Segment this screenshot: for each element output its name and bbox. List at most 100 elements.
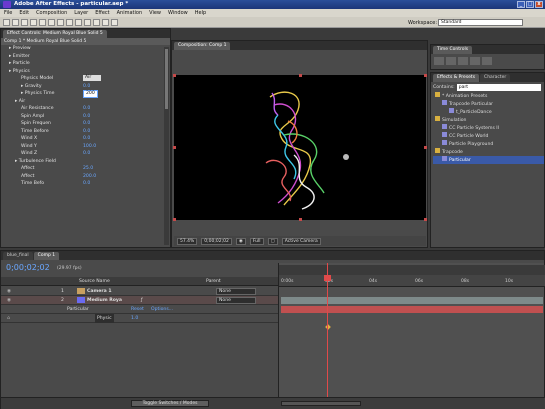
effects-search-input[interactable]: part	[456, 83, 541, 91]
effect-property-row[interactable]: Physics Model Air	[5, 75, 170, 83]
menu-file[interactable]: File	[4, 9, 12, 17]
pen-tool-icon[interactable]	[66, 19, 73, 26]
property-value[interactable]: 1.0	[131, 314, 138, 323]
playhead-handle[interactable]	[324, 275, 331, 281]
effects-list-item[interactable]: CC Particle World	[433, 132, 544, 140]
effect-switch-icon[interactable]: ƒ	[141, 296, 143, 305]
effect-property-value[interactable]: 0.0	[83, 135, 90, 143]
effect-property-value[interactable]: 25.0	[83, 165, 93, 173]
maximize-button[interactable]: □	[526, 1, 534, 8]
tab-blue-final[interactable]: blue_final	[3, 252, 33, 260]
tab-effect-controls[interactable]: Effect Controls: Medium Royal Blue Solid…	[3, 30, 107, 38]
eraser-tool-icon[interactable]	[102, 19, 109, 26]
effects-list-item[interactable]: t_ParticleDance	[433, 108, 544, 116]
effect-property-value[interactable]: 0.0	[83, 180, 90, 188]
layer-name[interactable]: Camera 1	[87, 287, 112, 296]
menu-window[interactable]: Window	[168, 9, 188, 17]
visibility-eye-icon[interactable]: ◉	[7, 287, 11, 296]
effect-property-row[interactable]: Time Before 0.0	[5, 128, 170, 136]
toggle-switches-modes-button[interactable]: Toggle Switches / Modes	[131, 400, 209, 407]
menu-composition[interactable]: Composition	[36, 9, 67, 17]
layer-name[interactable]: Medium Roya	[87, 296, 122, 305]
zoom-slider[interactable]	[281, 401, 361, 406]
property-name[interactable]: Physic	[95, 314, 114, 323]
tab-character[interactable]: Character	[480, 74, 511, 82]
mask-tool-icon[interactable]	[57, 19, 64, 26]
clone-tool-icon[interactable]	[93, 19, 100, 26]
tab-time-controls[interactable]: Time Controls	[433, 46, 473, 54]
effect-property-row[interactable]: Wind Y 100.0	[5, 143, 170, 151]
effect-property-row[interactable]: ▸ Preview	[5, 45, 170, 53]
minimize-button[interactable]: _	[517, 1, 525, 8]
timeline-timecode[interactable]: 0;00;02;02	[6, 263, 50, 272]
effect-property-row[interactable]: ▸ Air	[5, 98, 170, 106]
parent-select[interactable]: None	[216, 288, 256, 295]
active-camera-select[interactable]: Active Camera	[281, 237, 321, 245]
selection-tool-icon[interactable]	[3, 19, 10, 26]
timeline-graph[interactable]: 0:00s 02s 04s 06s 08s 10s	[278, 263, 545, 397]
reset-link[interactable]: Reset	[131, 305, 144, 314]
effect-row[interactable]: Particular Reset Options...	[1, 305, 278, 314]
layer-bar-camera[interactable]	[281, 297, 543, 304]
camera-tool-icon[interactable]	[39, 19, 46, 26]
effects-list-item[interactable]: Trapcode	[433, 148, 544, 156]
effect-property-row[interactable]: ▸ Emitter	[5, 53, 170, 61]
tab-composition[interactable]: Composition: Comp 1	[174, 42, 231, 50]
parent-select[interactable]: None	[216, 297, 256, 304]
effect-property-value[interactable]: 200.0	[83, 173, 96, 181]
composition-viewer[interactable]	[173, 74, 427, 221]
effect-controls-scrollbar[interactable]	[164, 47, 169, 245]
effect-property-value[interactable]: 0.0	[83, 105, 90, 113]
tab-comp-1[interactable]: Comp 1	[33, 252, 60, 260]
effect-property-row[interactable]: ▸ Physics	[5, 68, 170, 76]
hand-tool-icon[interactable]	[12, 19, 19, 26]
rotate-tool-icon[interactable]	[30, 19, 37, 26]
effects-list-item[interactable]: Particular	[433, 156, 544, 164]
effect-property-value[interactable]: 0.0	[83, 113, 90, 121]
text-tool-icon[interactable]	[75, 19, 82, 26]
menu-view[interactable]: View	[149, 9, 161, 17]
effect-name[interactable]: Particular	[67, 305, 89, 314]
workspace-select[interactable]: Standard	[438, 19, 523, 26]
effect-property-row[interactable]: ▸ Turbulence Field	[5, 158, 170, 166]
last-frame-icon[interactable]	[482, 57, 492, 65]
effect-property-value[interactable]: 0.0	[83, 83, 90, 91]
effect-property-value[interactable]: 0.0	[83, 128, 90, 136]
effect-property-value[interactable]: 100.0	[83, 143, 96, 151]
menu-edit[interactable]: Edit	[19, 9, 29, 17]
effect-property-row[interactable]: ▸ Physics Time 200	[5, 90, 170, 98]
scrollbar-thumb[interactable]	[165, 49, 168, 109]
resolution-select[interactable]: Full	[249, 237, 264, 245]
menu-help[interactable]: Help	[195, 9, 206, 17]
zoom-level-select[interactable]: 57.4%	[177, 237, 198, 245]
effects-list-item[interactable]: Trapcode Particular	[433, 100, 544, 108]
effect-property-row[interactable]: ▸ Gravity 0.0	[5, 83, 170, 91]
camera-snapshot-icon[interactable]: ◉	[235, 237, 246, 245]
effect-property-row[interactable]: Wind Z 0.0	[5, 150, 170, 158]
parent-header[interactable]: Parent	[206, 277, 221, 286]
effect-property-row[interactable]: Spin Ampl 0.0	[5, 113, 170, 121]
work-area-bar[interactable]	[279, 265, 545, 275]
effect-property-row[interactable]: Affect 200.0	[5, 173, 170, 181]
effect-property-value[interactable]: 0.0	[83, 120, 90, 128]
visibility-eye-icon[interactable]: ◉	[7, 296, 11, 305]
puppet-tool-icon[interactable]	[111, 19, 118, 26]
options-link[interactable]: Options...	[151, 305, 173, 314]
layer-row[interactable]: ◉ 2 Medium Roya ƒ None	[1, 296, 278, 305]
source-name-header[interactable]: Source Name	[79, 277, 110, 286]
close-button[interactable]: x	[535, 1, 543, 8]
effect-property-row[interactable]: Spin Frequen 0.0	[5, 120, 170, 128]
next-frame-icon[interactable]	[470, 57, 480, 65]
menu-layer[interactable]: Layer	[74, 9, 88, 17]
current-time-display[interactable]: 0;00;02;02	[201, 237, 232, 245]
menu-effect[interactable]: Effect	[95, 9, 109, 17]
effect-property-row[interactable]: Affect 25.0	[5, 165, 170, 173]
pan-behind-tool-icon[interactable]	[48, 19, 55, 26]
effects-list-item[interactable]: Simulation	[433, 116, 544, 124]
zoom-tool-icon[interactable]	[21, 19, 28, 26]
effects-list-item[interactable]: * Animation Presets	[433, 92, 544, 100]
layer-row[interactable]: ◉ 1 Camera 1 None	[1, 287, 278, 296]
current-time-indicator[interactable]	[327, 263, 328, 397]
effect-property-value[interactable]: 0.0	[83, 150, 90, 158]
effect-property-row[interactable]: ▸ Particle	[5, 60, 170, 68]
